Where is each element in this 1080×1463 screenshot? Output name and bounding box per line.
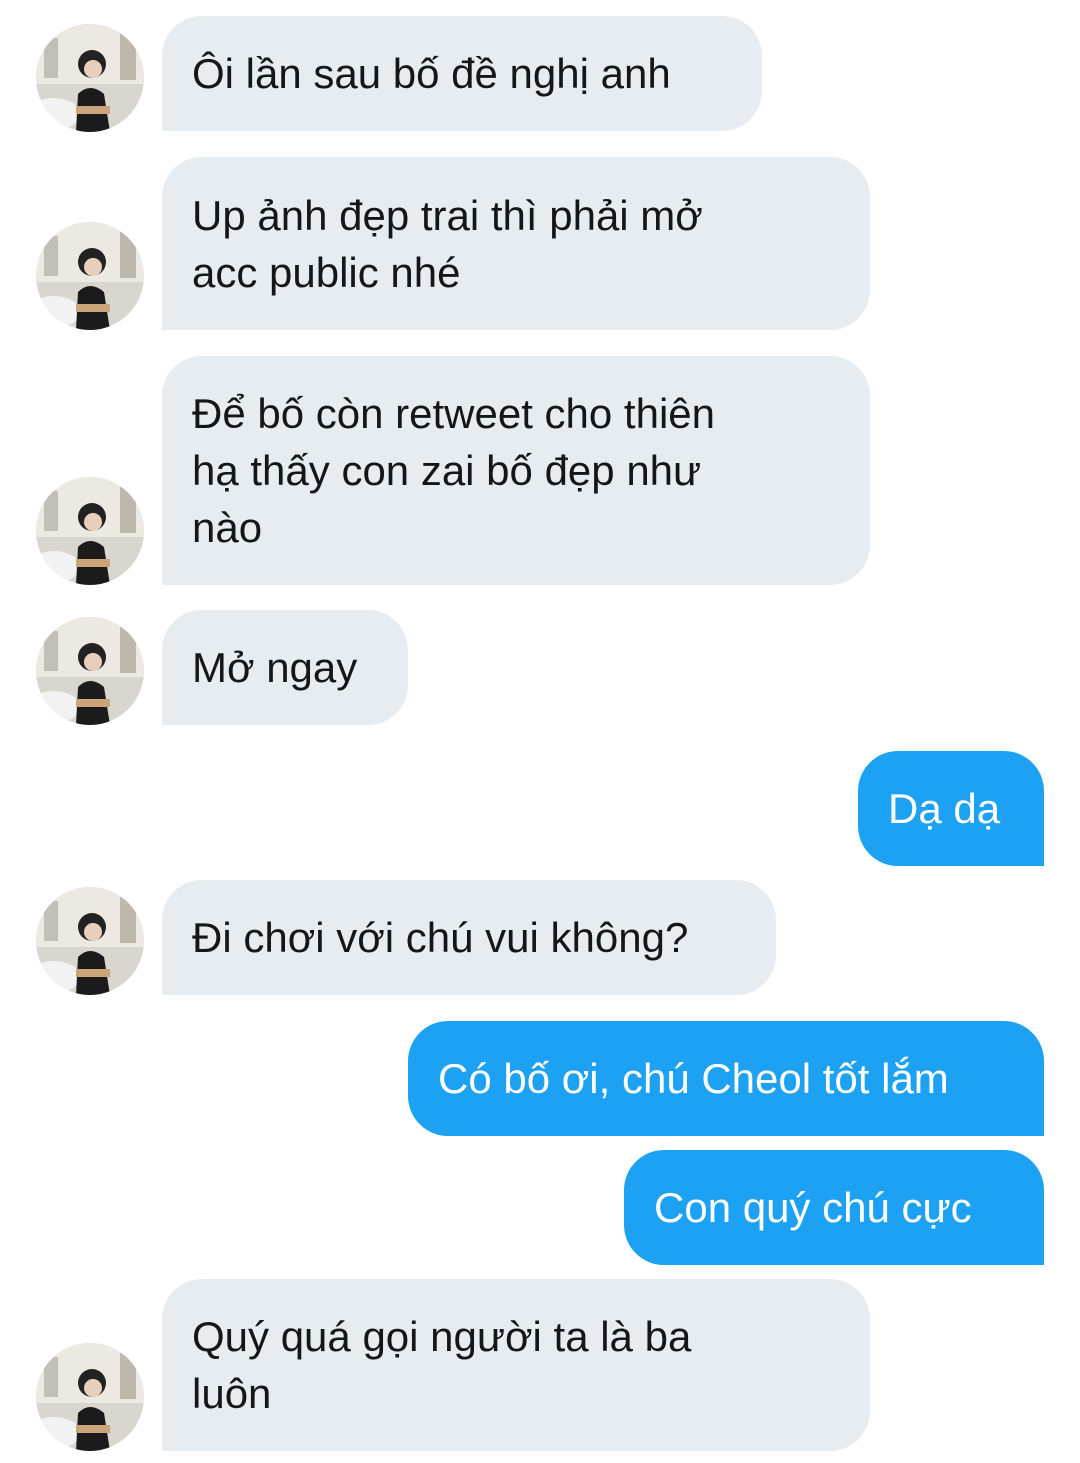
avatar-photo-icon (36, 887, 144, 995)
incoming-message-bubble[interactable]: Ôi lần sau bố đề nghị anh (162, 16, 762, 131)
sender-avatar[interactable] (36, 617, 144, 725)
outgoing-message-bubble[interactable]: Có bố ơi, chú Cheol tốt lắm (408, 1021, 1044, 1136)
sender-avatar[interactable] (36, 477, 144, 585)
sender-avatar[interactable] (36, 222, 144, 330)
outgoing-message-bubble[interactable]: Dạ dạ (858, 751, 1044, 866)
outgoing-message-bubble[interactable]: Con quý chú cực (624, 1150, 1044, 1265)
incoming-message-bubble[interactable]: Up ảnh đẹp trai thì phải mở acc public n… (162, 157, 870, 330)
sender-avatar[interactable] (36, 24, 144, 132)
incoming-message-bubble[interactable]: Quý quá gọi người ta là ba luôn (162, 1279, 870, 1451)
avatar-photo-icon (36, 1343, 144, 1451)
avatar-photo-icon (36, 477, 144, 585)
incoming-message-bubble[interactable]: Đi chơi với chú vui không? (162, 880, 776, 995)
avatar-photo-icon (36, 24, 144, 132)
avatar-photo-icon (36, 222, 144, 330)
dm-conversation: { "conversation": { "messages": [ {"dire… (0, 0, 1080, 1463)
sender-avatar[interactable] (36, 887, 144, 995)
incoming-message-bubble[interactable]: Mở ngay (162, 610, 408, 725)
sender-avatar[interactable] (36, 1343, 144, 1451)
avatar-photo-icon (36, 617, 144, 725)
incoming-message-bubble[interactable]: Để bố còn retweet cho thiên hạ thấy con … (162, 356, 870, 585)
